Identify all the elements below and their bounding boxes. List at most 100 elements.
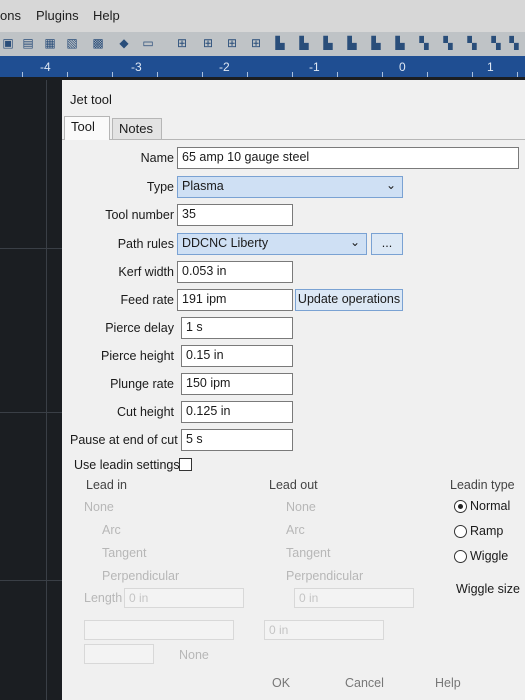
path-rules-browse-button[interactable]: ... (371, 233, 403, 255)
ruler-minor-tick (427, 72, 428, 77)
toolbar-icon-14[interactable]: ▙ (320, 35, 336, 51)
ok-button[interactable]: OK (272, 676, 290, 690)
toolbar-icon-15[interactable]: ▙ (344, 35, 360, 51)
toolbar-icon-12[interactable]: ▙ (272, 35, 288, 51)
cancel-button[interactable]: Cancel (345, 676, 384, 690)
lead-out-option-none[interactable]: None (286, 500, 316, 514)
ghost-field[interactable] (84, 644, 154, 664)
toolbar-icon-21[interactable]: ▚ (488, 35, 504, 51)
leadin-type-wiggle-radio[interactable] (454, 550, 467, 563)
cut-height-field[interactable]: 0.125 in (181, 401, 293, 423)
feed-rate-field[interactable]: 191 ipm (177, 289, 293, 311)
ruler-minor-tick (337, 72, 338, 77)
tool-panel: Name 65 amp 10 gauge steel Type Plasma ⌄… (64, 140, 525, 700)
lead-in-option-tangent[interactable]: Tangent (102, 546, 146, 560)
type-select[interactable]: Plasma ⌄ (177, 176, 403, 198)
ruler-minor-tick (517, 72, 518, 77)
ruler-tick: -3 (131, 60, 142, 74)
pierce-height-label: Pierce height (101, 349, 174, 363)
pause-end-label: Pause at end of cut (70, 433, 178, 447)
lead-out-label: Lead out (269, 478, 318, 492)
path-rules-select-value: DDCNC Liberty (182, 236, 269, 250)
lead-in-length-label: Length (84, 591, 123, 605)
ruler-tick: -2 (219, 60, 230, 74)
ruler-minor-tick (112, 72, 113, 77)
ruler-minor-tick (292, 72, 293, 77)
toolbar-icon-22[interactable]: ▚ (506, 35, 522, 51)
toolbar-icon-5[interactable]: ▩ (90, 35, 106, 51)
extra-none-label: None (179, 648, 209, 662)
toolbar-icon-8[interactable]: ⊞ (174, 35, 190, 51)
type-label: Type (146, 180, 174, 194)
kerf-width-label: Kerf width (118, 265, 174, 279)
toolbar-icon-19[interactable]: ▚ (440, 35, 456, 51)
lead-in-option-none[interactable]: None (84, 500, 114, 514)
lead-out-option-tangent[interactable]: Tangent (286, 546, 330, 560)
tool-number-field[interactable]: 35 (177, 204, 293, 226)
toolbar-icon-10[interactable]: ⊞ (224, 35, 240, 51)
toolbar-icon-7[interactable]: ▭ (140, 35, 156, 51)
plunge-rate-label: Plunge rate (110, 377, 174, 391)
menu-item-help[interactable]: Help (93, 8, 120, 23)
menu-item-options[interactable]: ons (0, 8, 21, 23)
lead-out-option-arc[interactable]: Arc (286, 523, 305, 537)
type-select-value: Plasma (182, 179, 224, 193)
lead-in-option-perpendicular[interactable]: Perpendicular (102, 569, 179, 583)
ruler-minor-tick (67, 72, 68, 77)
update-operations-button[interactable]: Update operations (295, 289, 403, 311)
leadin-type-wiggle-label[interactable]: Wiggle (470, 549, 508, 563)
pierce-height-field[interactable]: 0.15 in (181, 345, 293, 367)
tab-notes[interactable]: Notes (112, 118, 162, 140)
lead-out-option-perpendicular[interactable]: Perpendicular (286, 569, 363, 583)
lead-in-label: Lead in (86, 478, 128, 492)
canvas-grid-line (0, 248, 62, 249)
toolbar-icon-13[interactable]: ▙ (296, 35, 312, 51)
toolbar-icon-20[interactable]: ▚ (464, 35, 480, 51)
canvas-grid-line (46, 80, 47, 700)
toolbar-icon-11[interactable]: ⊞ (248, 35, 264, 51)
leadin-type-normal-label[interactable]: Normal (470, 499, 510, 513)
extra-length-field[interactable]: 0 in (264, 620, 384, 640)
feed-rate-label: Feed rate (120, 293, 174, 307)
kerf-width-field[interactable]: 0.053 in (177, 261, 293, 283)
wiggle-size-label: Wiggle size (456, 582, 520, 596)
ruler-minor-tick (382, 72, 383, 77)
leadin-type-normal-radio[interactable] (454, 500, 467, 513)
lead-in-length-field[interactable]: 0 in (124, 588, 244, 608)
cut-height-label: Cut height (117, 405, 174, 419)
jet-tool-dialog: Jet tool Tool Notes Name 65 amp 10 gauge… (62, 80, 525, 700)
toolbar-icon-6[interactable]: ◆ (116, 35, 132, 51)
plunge-rate-field[interactable]: 150 ipm (181, 373, 293, 395)
ruler-minor-tick (202, 72, 203, 77)
toolbar-icon-2[interactable]: ▤ (20, 35, 36, 51)
toolbar-icon-17[interactable]: ▙ (392, 35, 408, 51)
chevron-down-icon: ⌄ (385, 178, 396, 192)
ruler-minor-tick (247, 72, 248, 77)
toolbar-icon-4[interactable]: ▧ (64, 35, 80, 51)
lead-out-length-field[interactable]: 0 in (294, 588, 414, 608)
toolbar-icon-9[interactable]: ⊞ (200, 35, 216, 51)
name-field[interactable]: 65 amp 10 gauge steel (177, 147, 519, 169)
chevron-down-icon: ⌄ (349, 235, 360, 249)
ruler-minor-tick (472, 72, 473, 77)
toolbar-icon-18[interactable]: ▚ (416, 35, 432, 51)
toolbar-icon-3[interactable]: ▦ (42, 35, 58, 51)
tab-tool[interactable]: Tool (64, 116, 110, 141)
use-leadin-checkbox[interactable] (179, 458, 192, 471)
leadin-type-label: Leadin type (450, 478, 515, 492)
name-label: Name (140, 151, 174, 165)
ghost-field[interactable] (84, 620, 234, 640)
help-button[interactable]: Help (435, 676, 461, 690)
tool-number-label: Tool number (105, 208, 174, 222)
pierce-delay-field[interactable]: 1 s (181, 317, 293, 339)
toolbar-icon-16[interactable]: ▙ (368, 35, 384, 51)
path-rules-select[interactable]: DDCNC Liberty ⌄ (177, 233, 367, 255)
leadin-type-ramp-radio[interactable] (454, 525, 467, 538)
toolbar-icon-1[interactable]: ▣ (0, 35, 16, 51)
lead-in-option-arc[interactable]: Arc (102, 523, 121, 537)
leadin-type-ramp-label[interactable]: Ramp (470, 524, 503, 538)
menu-item-plugins[interactable]: Plugins (36, 8, 79, 23)
ruler-tick: 0 (399, 60, 406, 74)
ruler-tick: 1 (487, 60, 494, 74)
pause-end-field[interactable]: 5 s (181, 429, 293, 451)
